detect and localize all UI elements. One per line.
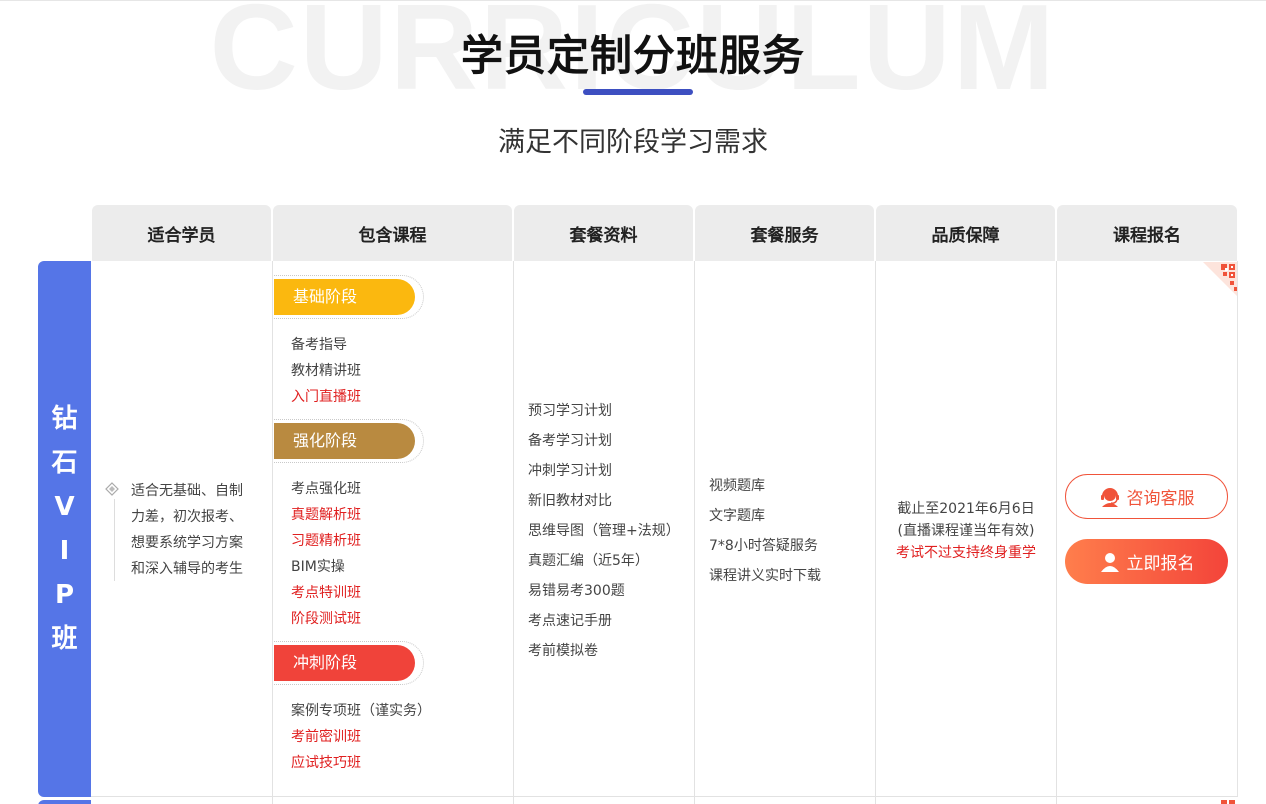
course-item-highlight[interactable]: 真题解析班 bbox=[291, 504, 361, 524]
course-item[interactable]: 备考指导 bbox=[291, 334, 347, 354]
stage-basic: 基础阶段 bbox=[274, 275, 424, 319]
suitable-line: 力差，初次报考、 bbox=[131, 509, 243, 525]
stage-basic-label: 基础阶段 bbox=[274, 279, 415, 315]
material-item: 冲刺学习计划 bbox=[528, 463, 612, 479]
package-name-char: 石 bbox=[51, 448, 78, 478]
column-header-quality: 品质保障 bbox=[876, 205, 1055, 262]
enroll-now-button[interactable]: 立即报名 bbox=[1065, 539, 1228, 584]
section-subtitle: 满足不同阶段学习需求 bbox=[498, 127, 768, 158]
course-item-highlight[interactable]: 入门直播班 bbox=[291, 386, 361, 406]
service-item: 文字题库 bbox=[709, 508, 765, 524]
course-item[interactable]: 教材精讲班 bbox=[291, 360, 361, 380]
material-item: 思维导图（管理+法规） bbox=[528, 523, 680, 539]
course-item[interactable]: 案例专项班（谨实务） bbox=[291, 700, 431, 720]
title-underline bbox=[583, 89, 693, 95]
column-header-enroll: 课程报名 bbox=[1057, 205, 1237, 262]
section-title: 学员定制分班服务 bbox=[460, 31, 805, 80]
course-item-highlight[interactable]: 考点特训班 bbox=[291, 582, 361, 602]
material-item: 备考学习计划 bbox=[528, 433, 612, 449]
qr-corner-icon-next bbox=[1221, 800, 1235, 804]
qr-corner-icon[interactable] bbox=[1203, 262, 1237, 296]
material-item: 真题汇编（近5年） bbox=[528, 553, 649, 569]
suitable-line: 适合无基础、自制 bbox=[131, 483, 243, 499]
quality-note: (直播课程谨当年有效) bbox=[897, 523, 1035, 539]
service-item: 视频题库 bbox=[709, 478, 765, 494]
course-item-highlight[interactable]: 习题精析班 bbox=[291, 530, 361, 550]
service-item: 7*8小时答疑服务 bbox=[709, 538, 818, 554]
package-name-char: 钻 bbox=[51, 404, 78, 434]
user-icon bbox=[1100, 552, 1119, 572]
material-item: 易错易考300题 bbox=[528, 583, 625, 599]
column-divider bbox=[272, 261, 273, 804]
column-header-suitable: 适合学员 bbox=[92, 205, 271, 262]
course-item[interactable]: 考点强化班 bbox=[291, 478, 361, 498]
stage-intensive: 强化阶段 bbox=[274, 419, 424, 463]
course-item[interactable]: BIM实操 bbox=[291, 556, 345, 576]
column-header-materials: 套餐资料 bbox=[514, 205, 693, 262]
column-header-courses: 包含课程 bbox=[273, 205, 512, 262]
stage-sprint: 冲刺阶段 bbox=[274, 641, 424, 685]
quality-deadline: 截止至2021年6月6日 bbox=[897, 501, 1035, 517]
column-divider bbox=[694, 261, 695, 804]
material-item: 预习学习计划 bbox=[528, 403, 612, 419]
row-divider bbox=[91, 796, 1238, 797]
course-item-highlight[interactable]: 应试技巧班 bbox=[291, 752, 361, 772]
column-header-services: 套餐服务 bbox=[695, 205, 874, 262]
package-name-char: I bbox=[59, 536, 70, 566]
next-package-bar bbox=[38, 800, 91, 804]
column-divider bbox=[513, 261, 514, 804]
material-item: 新旧教材对比 bbox=[528, 493, 612, 509]
course-item-highlight[interactable]: 考前密训班 bbox=[291, 726, 361, 746]
column-divider bbox=[1056, 261, 1057, 804]
material-item: 考点速记手册 bbox=[528, 613, 612, 629]
material-item: 考前模拟卷 bbox=[528, 643, 598, 659]
package-name-char: 班 bbox=[51, 624, 78, 654]
service-item: 课程讲义实时下载 bbox=[709, 568, 821, 584]
package-name-char: P bbox=[54, 580, 75, 610]
enroll-now-label: 立即报名 bbox=[1126, 554, 1195, 574]
suitable-description: 适合无基础、自制 力差，初次报考、 想要系统学习方案 和深入辅导的考生 bbox=[131, 478, 253, 582]
quality-guarantee: 考试不过支持终身重学 bbox=[896, 545, 1036, 561]
headset-icon bbox=[1100, 487, 1119, 507]
stage-intensive-label: 强化阶段 bbox=[274, 423, 415, 459]
package-name-char: V bbox=[54, 492, 75, 522]
suitable-divider bbox=[114, 499, 115, 581]
suitable-line: 想要系统学习方案 bbox=[131, 535, 243, 551]
package-name-bar: 钻 石 V I P 班 bbox=[38, 261, 91, 797]
stage-sprint-label: 冲刺阶段 bbox=[274, 645, 415, 681]
consult-service-button[interactable]: 咨询客服 bbox=[1065, 474, 1228, 519]
course-item-highlight[interactable]: 阶段测试班 bbox=[291, 608, 361, 628]
diamond-icon bbox=[105, 482, 119, 496]
suitable-line: 和深入辅导的考生 bbox=[131, 561, 243, 577]
consult-service-label: 咨询客服 bbox=[1126, 489, 1195, 509]
